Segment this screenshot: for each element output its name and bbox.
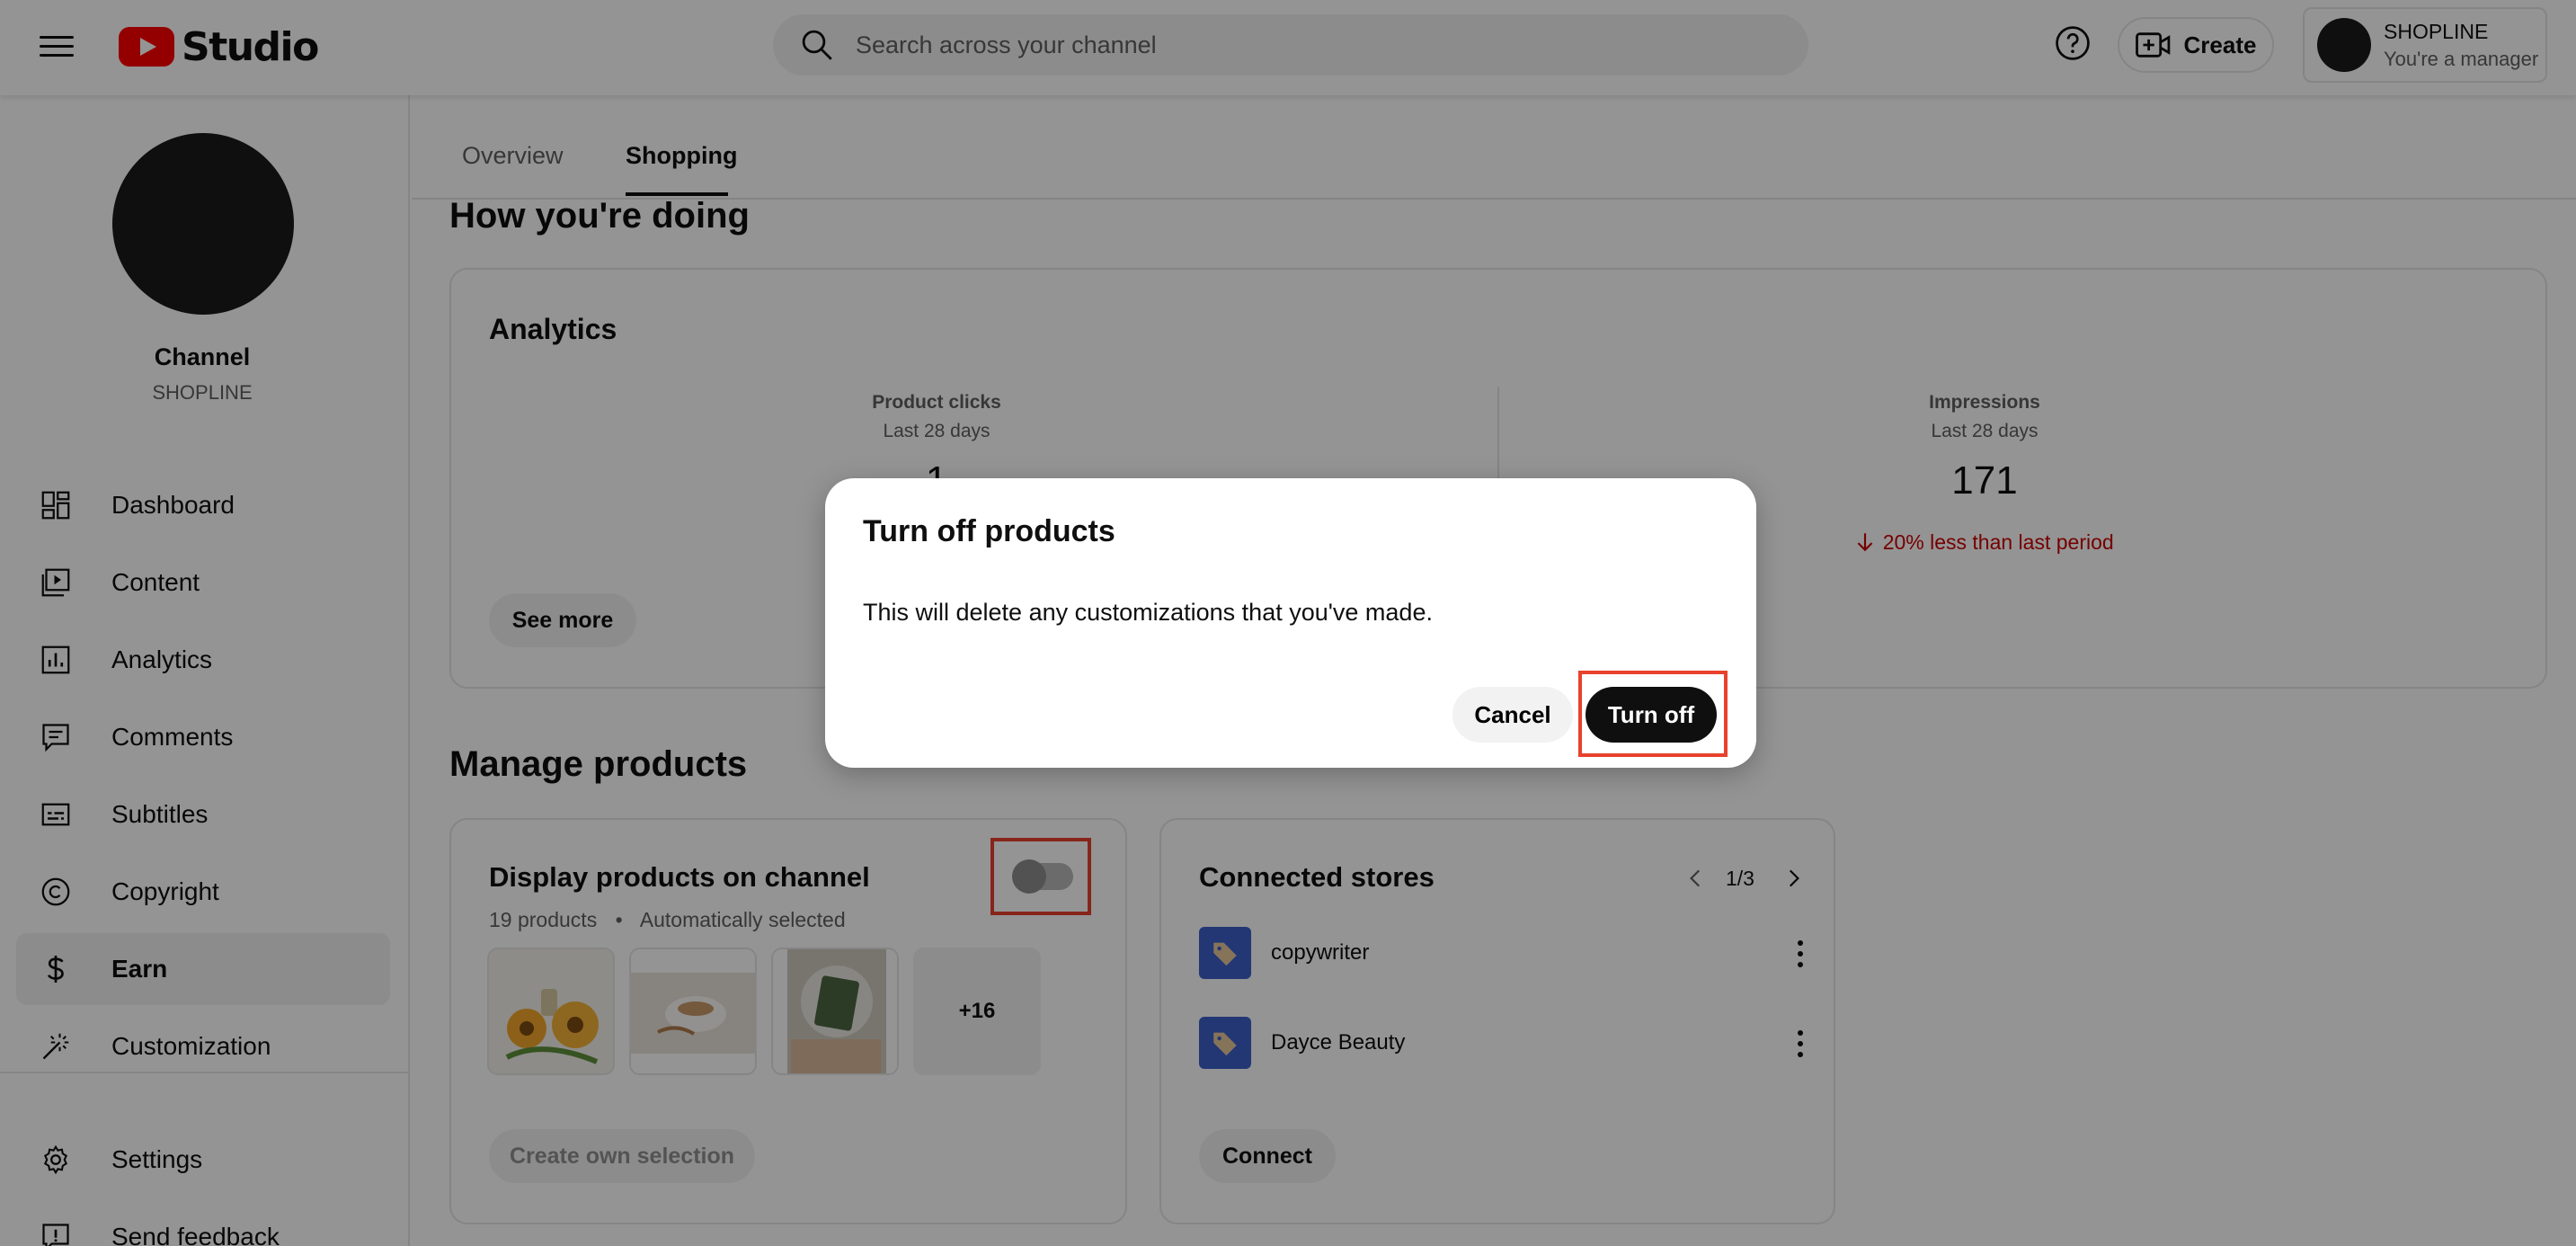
turn-off-highlight: [1578, 671, 1728, 757]
cancel-button[interactable]: Cancel: [1452, 687, 1573, 743]
dialog-title: Turn off products: [863, 514, 1115, 548]
dialog-body: This will delete any customizations that…: [863, 599, 1433, 626]
